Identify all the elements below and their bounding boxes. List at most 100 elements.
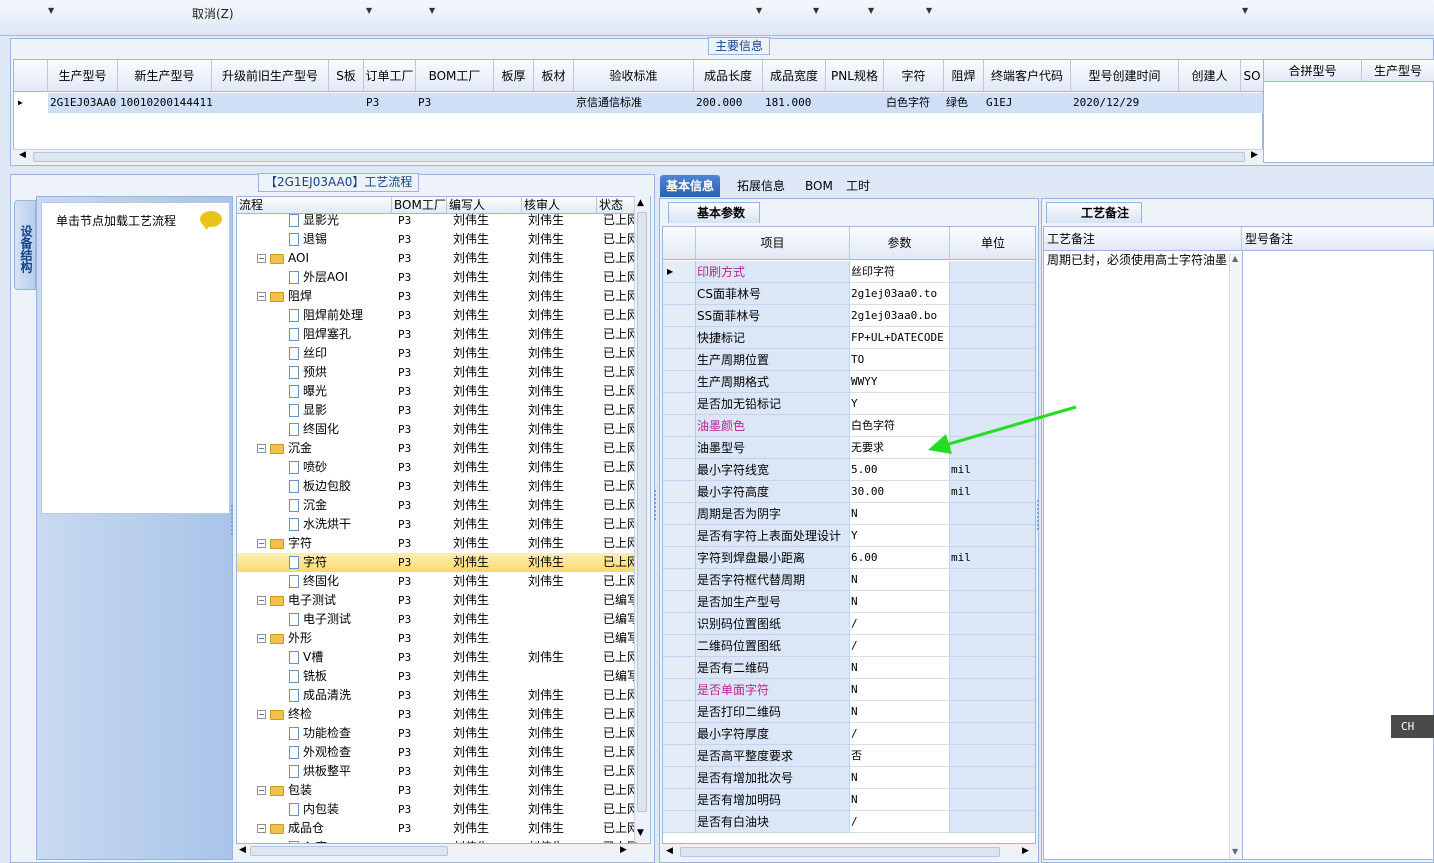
param-value[interactable]: 丝印字符 — [850, 261, 950, 283]
param-row[interactable]: 是否有增加明码 N — [663, 789, 1035, 811]
param-row[interactable]: 是否高平整度要求否 — [663, 745, 1035, 767]
collapse-icon[interactable]: − — [257, 786, 266, 795]
table-cell[interactable] — [1181, 93, 1241, 113]
scroll-down-icon[interactable]: ▼ — [637, 828, 644, 838]
dropdown-arrow-icon[interactable]: ▼ — [366, 6, 372, 15]
tree-node-row[interactable]: 外层AOI P3 刘伟生 刘伟生 已上网 — [237, 268, 637, 287]
table-cell[interactable] — [828, 93, 884, 113]
scroll-thumb[interactable] — [637, 212, 647, 812]
tree-folder-row[interactable]: − 阻焊 P3 刘伟生 刘伟生 已上网 — [237, 287, 637, 306]
tree-node[interactable]: 板边包胶 — [289, 477, 351, 496]
tree-node[interactable]: 电子测试 — [289, 610, 351, 629]
process-tree-grid[interactable]: 流程 BOM工厂 编写人 核审人 状态 显影光 P3 刘伟生 刘伟生 已上网 退锡 P3 刘伟… — [236, 196, 651, 844]
tree-node-row[interactable]: 阻焊塞孔 P3 刘伟生 刘伟生 已上网 — [237, 325, 637, 344]
tree-folder-row[interactable]: − 成品仓 P3 刘伟生 刘伟生 已上网 — [237, 819, 637, 838]
tree-node-row[interactable]: 终固化 P3 刘伟生 刘伟生 已上网 — [237, 420, 637, 439]
tree-node-row[interactable]: 板边包胶 P3 刘伟生 刘伟生 已上网 — [237, 477, 637, 496]
row-header[interactable] — [663, 657, 696, 679]
tree-node[interactable]: V槽 — [289, 648, 323, 667]
row-header[interactable] — [663, 481, 696, 503]
tree-folder-row[interactable]: − 包装 P3 刘伟生 刘伟生 已上网 — [237, 781, 637, 800]
col-header[interactable]: 生产型号 — [48, 60, 118, 92]
param-value[interactable]: N — [850, 679, 950, 701]
row-header[interactable] — [663, 635, 696, 657]
param-value[interactable]: TO — [850, 349, 950, 371]
col-header[interactable]: S板 — [329, 60, 364, 92]
row-header[interactable] — [663, 767, 696, 789]
param-value[interactable]: WWYY — [850, 371, 950, 393]
row-header[interactable] — [663, 723, 696, 745]
horizontal-scrollbar[interactable]: ◀ ▶ — [13, 149, 1263, 164]
col-header[interactable]: 板厚 — [494, 60, 534, 92]
row-header[interactable] — [663, 569, 696, 591]
tree-node[interactable]: 显影光 — [289, 211, 339, 230]
collapse-icon[interactable]: − — [257, 444, 266, 453]
table-cell[interactable] — [536, 93, 574, 113]
table-cell[interactable] — [331, 93, 364, 113]
tree-node-row[interactable]: V槽 P3 刘伟生 刘伟生 已上网 — [237, 648, 637, 667]
scroll-right-icon[interactable]: ▶ — [1022, 846, 1029, 856]
param-row[interactable]: 是否字符框代替周期 N — [663, 569, 1035, 591]
table-cell[interactable] — [1243, 93, 1264, 113]
row-header[interactable] — [663, 283, 696, 305]
row-header[interactable] — [663, 371, 696, 393]
param-row[interactable]: ▶ 印刷方式 丝印字符 — [663, 261, 1035, 283]
tree-node[interactable]: 预烘 — [289, 363, 327, 382]
node-hint-box[interactable]: 单击节点加载工艺流程 — [41, 202, 230, 514]
tree-node[interactable]: − 阻焊 — [257, 287, 312, 306]
tree-node-row[interactable]: 内包装 P3 刘伟生 刘伟生 已上网 — [237, 800, 637, 819]
row-header[interactable] — [663, 305, 696, 327]
table-cell[interactable]: 2G1EJ03AA0 — [50, 93, 118, 113]
process-notes-text[interactable]: 周期已封，必须使用高士字符油墨 — [1047, 254, 1227, 266]
param-value[interactable]: 6.00 — [850, 547, 950, 569]
tree-node[interactable]: 铣板 — [289, 667, 327, 686]
collapse-icon[interactable]: − — [257, 824, 266, 833]
notes-grid[interactable]: 工艺备注 型号备注 周期已封，必须使用高士字符油墨 ▲ ▼ — [1043, 226, 1434, 860]
param-row[interactable]: 识别码位置图纸 / — [663, 613, 1035, 635]
collapse-icon[interactable]: − — [257, 596, 266, 605]
tree-node-row[interactable]: 显影 P3 刘伟生 刘伟生 已上网 — [237, 401, 637, 420]
tree-node[interactable]: 退锡 — [289, 230, 327, 249]
param-value[interactable]: N — [850, 569, 950, 591]
param-row[interactable]: 是否有增加批次号 N — [663, 767, 1035, 789]
param-value[interactable]: 2g1ej03aa0.to — [850, 283, 950, 305]
tree-folder-row[interactable]: − 终检 P3 刘伟生 刘伟生 已上网 — [237, 705, 637, 724]
collapse-icon[interactable]: − — [257, 539, 266, 548]
main-info-grid[interactable]: 生产型号 新生产型号 升级前旧生产型号 S板 订单工厂 BOM工厂 板厚 板材 验收标准 成品长度… — [13, 59, 1264, 151]
param-value[interactable]: N — [850, 591, 950, 613]
row-header[interactable] — [663, 503, 696, 525]
param-value[interactable]: 30.00 — [850, 481, 950, 503]
table-cell[interactable]: P3 — [418, 93, 494, 113]
row-header[interactable] — [663, 613, 696, 635]
tree-node-row[interactable]: 丝印 P3 刘伟生 刘伟生 已上网 — [237, 344, 637, 363]
param-row[interactable]: 周期是否为阴字 N — [663, 503, 1035, 525]
horizontal-scrollbar[interactable]: ◀ ▶ — [662, 844, 1036, 861]
tree-node-row[interactable]: 字符 P3 刘伟生 刘伟生 已上网 — [237, 553, 637, 572]
table-cell[interactable]: 181.000 — [765, 93, 826, 113]
param-value[interactable]: FP+UL+DATECODE — [850, 327, 950, 349]
row-pointer-icon[interactable]: ▶ — [663, 261, 696, 283]
row-header[interactable] — [663, 701, 696, 723]
horizontal-scrollbar[interactable]: ◀ ▶ — [236, 844, 634, 859]
scroll-down-icon[interactable]: ▼ — [1232, 847, 1238, 856]
tree-node[interactable]: − 成品仓 — [257, 819, 324, 838]
tree-node-row[interactable]: 预烘 P3 刘伟生 刘伟生 已上网 — [237, 363, 637, 382]
ime-indicator[interactable]: CH — [1391, 715, 1434, 738]
tree-node-row[interactable]: 显影光 P3 刘伟生 刘伟生 已上网 — [237, 211, 637, 230]
row-header[interactable] — [663, 415, 696, 437]
table-cell[interactable]: 白色字符 — [886, 93, 944, 113]
row-header[interactable] — [663, 811, 696, 833]
param-row[interactable]: 最小字符厚度 / — [663, 723, 1035, 745]
tree-node[interactable]: 字符 — [289, 553, 327, 572]
collapse-icon[interactable]: − — [257, 254, 266, 263]
tree-node[interactable]: − 包装 — [257, 781, 312, 800]
tab-bom[interactable]: BOM — [799, 175, 839, 197]
tree-node[interactable]: 阻焊塞孔 — [289, 325, 351, 344]
tree-node[interactable]: 功能检查 — [289, 724, 351, 743]
col-header[interactable]: SO — [1241, 60, 1264, 92]
tree-folder-row[interactable]: − 电子测试 P3 刘伟生 已编写 — [237, 591, 637, 610]
scroll-thumb[interactable] — [33, 152, 1245, 162]
col-header[interactable]: BOM工厂 — [416, 60, 494, 92]
tab-extended-info[interactable]: 拓展信息 — [731, 175, 791, 197]
param-row[interactable]: 是否加生产型号 N — [663, 591, 1035, 613]
